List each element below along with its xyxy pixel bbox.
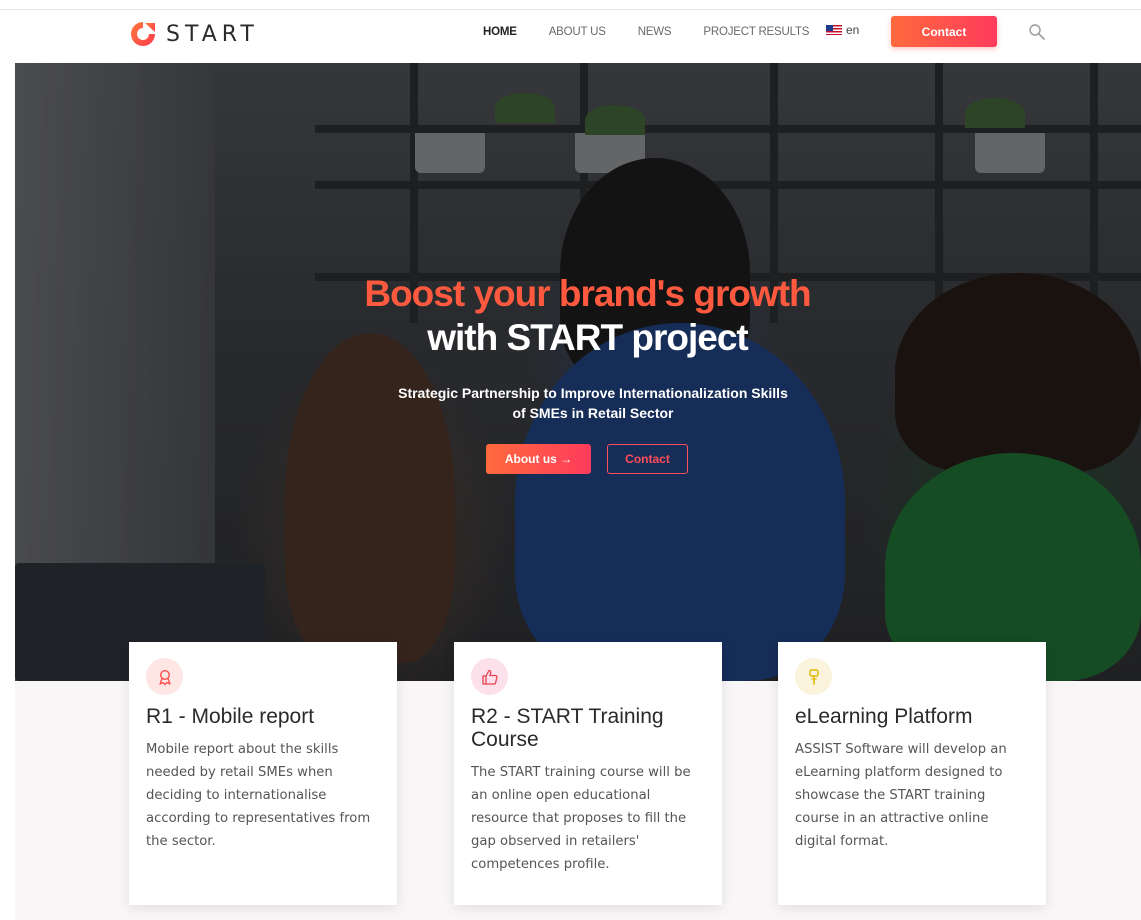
hero-subtitle-line1: Strategic Partnership to Improve Interna… [398, 385, 788, 401]
search-icon[interactable] [1028, 23, 1046, 41]
feature-card-r1: R1 - Mobile report Mobile report about t… [129, 642, 397, 905]
card-text: ASSIST Software will develop an eLearnin… [795, 742, 1007, 849]
logo[interactable]: START [128, 19, 259, 49]
thumbs-up-icon [471, 658, 508, 695]
hero-overlay [15, 63, 1141, 681]
hero-subtitle: Strategic Partnership to Improve Interna… [358, 383, 828, 423]
feature-card-r2: R2 - START Training Course The START tra… [454, 642, 722, 905]
hero-contact-button[interactable]: Contact [607, 444, 688, 474]
card-text: The START training course will be an onl… [471, 765, 691, 872]
hero-title-line2: with START project [427, 317, 748, 358]
language-selector[interactable]: en [826, 23, 859, 37]
award-icon [146, 658, 183, 695]
about-us-button[interactable]: About us → [486, 444, 591, 474]
nav-project-results[interactable]: PROJECT RESULTS [703, 26, 809, 38]
main-nav: HOME ABOUT US NEWS PROJECT RESULTS [483, 10, 841, 53]
header-contact-button[interactable]: Contact [891, 16, 997, 47]
card-title: R2 - START Training Course [471, 705, 664, 751]
site-header: START HOME ABOUT US NEWS PROJECT RESULTS… [0, 10, 1141, 63]
pin-icon [795, 658, 832, 695]
top-strip [0, 0, 1141, 10]
card-title: R1 - Mobile report [146, 705, 315, 728]
nav-about-us[interactable]: ABOUT US [549, 26, 606, 38]
us-flag-icon [826, 25, 842, 35]
language-label: en [846, 23, 860, 37]
card-title: eLearning Platform [795, 705, 973, 728]
feature-card-elearning: eLearning Platform ASSIST Software will … [778, 642, 1046, 905]
hero-title-line1: Boost your brand's growth [364, 273, 811, 314]
logo-text: START [166, 21, 259, 47]
hero-section: Boost your brand's growth with START pro… [15, 63, 1141, 681]
card-text: Mobile report about the skills needed by… [146, 742, 371, 849]
nav-news[interactable]: NEWS [638, 26, 672, 38]
nav-home[interactable]: HOME [483, 26, 517, 38]
logo-icon [131, 22, 155, 46]
hero-subtitle-line2: of SMEs in Retail Sector [512, 405, 674, 421]
